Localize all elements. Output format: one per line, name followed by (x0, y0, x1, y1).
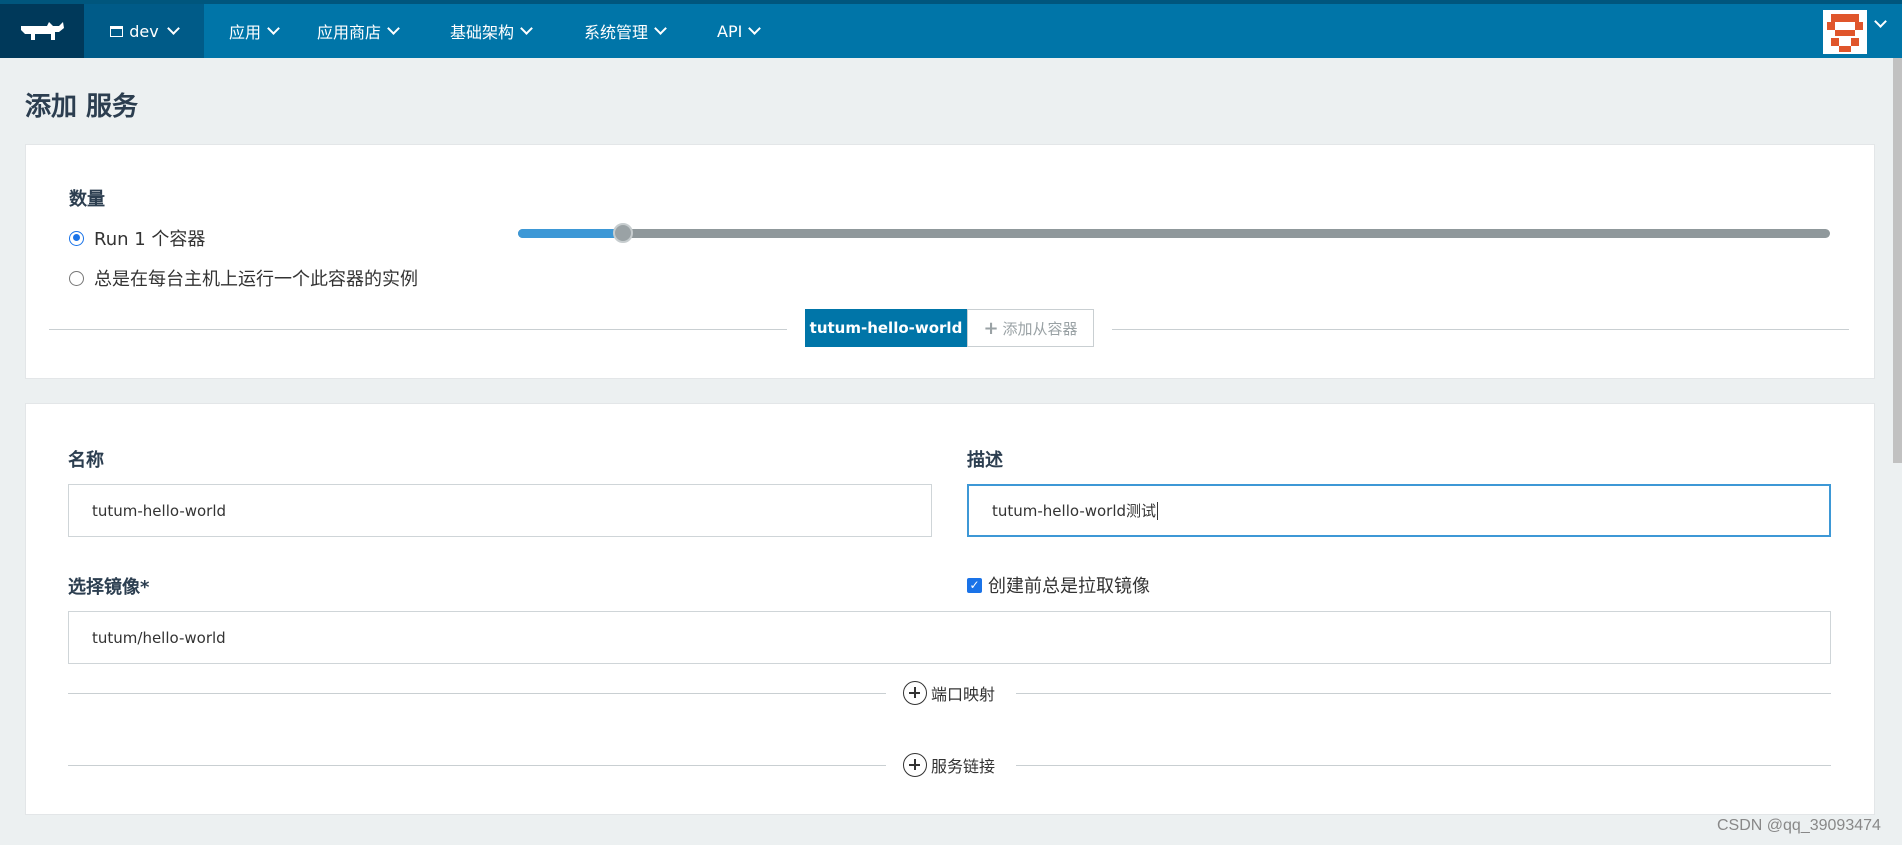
radio-run-label: Run 1 个容器 (94, 229, 206, 250)
user-menu-chevron-icon[interactable] (1874, 15, 1887, 28)
service-links-label: 服务链接 (931, 757, 996, 776)
chevron-down-icon (520, 22, 533, 35)
divider-port-right (1016, 693, 1831, 694)
nav-item-label: API (717, 21, 743, 41)
chevron-down-icon (166, 22, 180, 35)
container-tab-primary[interactable]: tutum-hello-world (805, 309, 967, 347)
plus-circle-icon (903, 753, 927, 777)
name-input[interactable]: tutum-hello-world (68, 484, 932, 537)
divider-right (1112, 329, 1849, 330)
top-nav-bar: dev 应用 应用商店 基础架构 系统管理 API (0, 0, 1902, 58)
nav-item-label: 应用商店 (317, 23, 382, 42)
nav-item-catalog[interactable]: 应用商店 (317, 4, 400, 58)
chevron-down-icon (654, 22, 667, 35)
page-title: 添加 服务 (25, 92, 139, 122)
plus-icon: + (983, 317, 999, 339)
add-port-mapping-button[interactable]: 端口映射 (903, 681, 995, 705)
port-mapping-label: 端口映射 (931, 685, 996, 704)
radio-global-label: 总是在每台主机上运行一个此容器的实例 (94, 269, 418, 290)
name-label: 名称 (68, 450, 104, 471)
nav-item-label: 应用 (229, 23, 262, 42)
vertical-scrollbar[interactable] (1893, 58, 1902, 463)
image-label: 选择镜像* (68, 577, 150, 598)
divider-links-left (68, 765, 886, 766)
nav-item-label: 基础架构 (450, 23, 515, 42)
chevron-down-icon (387, 22, 400, 35)
chevron-down-icon (748, 22, 762, 35)
always-pull-label: 创建前总是拉取镜像 (988, 576, 1150, 597)
plus-circle-icon (903, 681, 927, 705)
description-label: 描述 (967, 450, 1003, 471)
environment-label: dev (129, 21, 159, 41)
description-input[interactable]: tutum-hello-world测试 (967, 484, 1831, 537)
name-input-value: tutum-hello-world (92, 501, 227, 520)
nav-item-label: 系统管理 (584, 23, 649, 42)
add-service-link-button[interactable]: 服务链接 (903, 753, 995, 777)
scale-slider[interactable] (518, 223, 1830, 243)
add-sidekick-button[interactable]: + 添加从容器 (967, 309, 1094, 347)
environment-icon (110, 25, 124, 37)
image-input[interactable]: tutum/hello-world (68, 611, 1831, 664)
radio-run-count[interactable]: Run 1 个容器 (69, 225, 205, 251)
text-cursor (1157, 501, 1159, 520)
divider-links-right (1016, 765, 1831, 766)
slider-handle[interactable] (612, 223, 633, 243)
radio-global[interactable]: 总是在每台主机上运行一个此容器的实例 (69, 265, 418, 291)
slider-fill (518, 229, 623, 238)
cow-icon (21, 22, 64, 40)
nav-item-apps[interactable]: 应用 (229, 4, 280, 58)
rancher-logo[interactable] (0, 4, 84, 58)
description-input-value: tutum-hello-world测试 (992, 502, 1157, 520)
avatar-icon (1823, 10, 1867, 54)
nav-item-api[interactable]: API (717, 4, 762, 58)
image-input-value: tutum/hello-world (92, 628, 226, 647)
nav-item-admin[interactable]: 系统管理 (584, 4, 667, 58)
chevron-down-icon (267, 22, 280, 35)
radio-button[interactable] (69, 230, 84, 246)
always-pull-checkbox[interactable]: ✓ 创建前总是拉取镜像 (967, 572, 1150, 598)
divider-port-left (68, 693, 886, 694)
checkbox-checked-icon[interactable]: ✓ (967, 577, 982, 593)
radio-button[interactable] (69, 270, 84, 286)
scale-label: 数量 (69, 189, 105, 210)
nav-item-infrastructure[interactable]: 基础架构 (450, 4, 533, 58)
watermark: CSDN @qq_39093474 (1717, 817, 1881, 834)
divider-left (49, 329, 787, 330)
environment-switcher[interactable]: dev (84, 4, 204, 58)
add-sidekick-label: 添加从容器 (1002, 319, 1078, 338)
user-avatar[interactable] (1823, 10, 1867, 54)
nav-top-strip (0, 0, 1902, 4)
